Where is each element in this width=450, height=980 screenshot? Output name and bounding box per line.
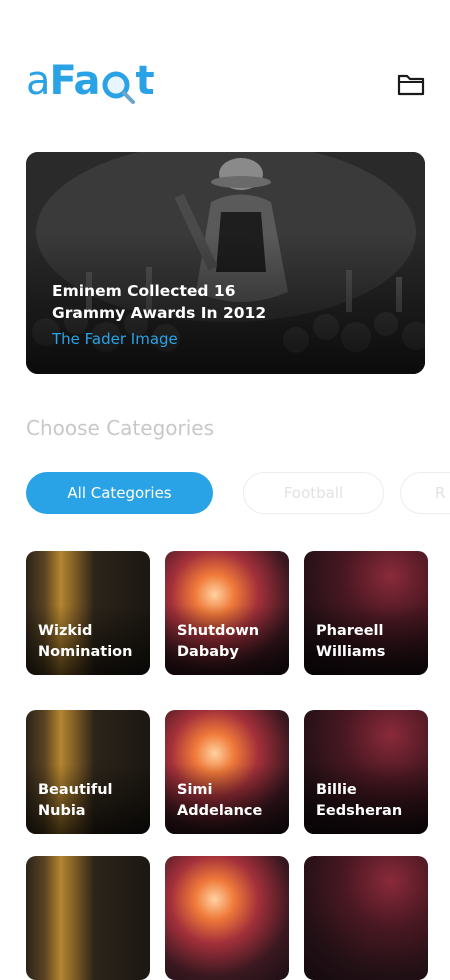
app-logo: a Fa t <box>26 58 155 104</box>
tile-label: Wizkid Nomination <box>38 623 133 660</box>
category-tile[interactable] <box>165 856 289 980</box>
category-tile[interactable] <box>304 856 428 980</box>
featured-story-card[interactable]: Eminem Collected 16 Grammy Awards In 201… <box>26 152 425 374</box>
categories-heading: Choose Categories <box>26 416 214 440</box>
category-tile[interactable]: Billie Eedsheran <box>304 710 428 834</box>
chip-partial[interactable]: R <box>400 472 450 514</box>
category-tile[interactable]: Simi Addelance <box>165 710 289 834</box>
category-tile[interactable]: Shutdown Dababy <box>165 551 289 675</box>
hero-source-link[interactable]: The Fader Image <box>52 329 178 349</box>
category-tile[interactable]: Beautiful Nubia <box>26 710 150 834</box>
tile-label: Beautiful Nubia <box>38 782 113 819</box>
magnifier-icon <box>100 61 136 104</box>
logo-letter-a: a <box>26 58 50 104</box>
folder-icon <box>397 74 425 96</box>
logo-letters-fa: Fa <box>49 58 101 104</box>
logo-letter-t: t <box>135 58 155 104</box>
category-tile[interactable]: Wizkid Nomination <box>26 551 150 675</box>
tile-label: Phareell Williams <box>316 623 386 660</box>
category-chips: All Categories Football R <box>26 472 450 514</box>
tile-label: Billie Eedsheran <box>316 782 403 819</box>
tile-label: Simi Addelance <box>177 782 263 819</box>
tile-label: Shutdown Dababy <box>177 623 260 660</box>
category-tile[interactable] <box>26 856 150 980</box>
chip-football[interactable]: Football <box>243 472 384 514</box>
folder-button[interactable] <box>395 70 427 98</box>
hero-headline: Eminem Collected 16 Grammy Awards In 201… <box>52 282 267 322</box>
category-tile[interactable]: Phareell Williams <box>304 551 428 675</box>
chip-all-categories[interactable]: All Categories <box>26 472 213 514</box>
